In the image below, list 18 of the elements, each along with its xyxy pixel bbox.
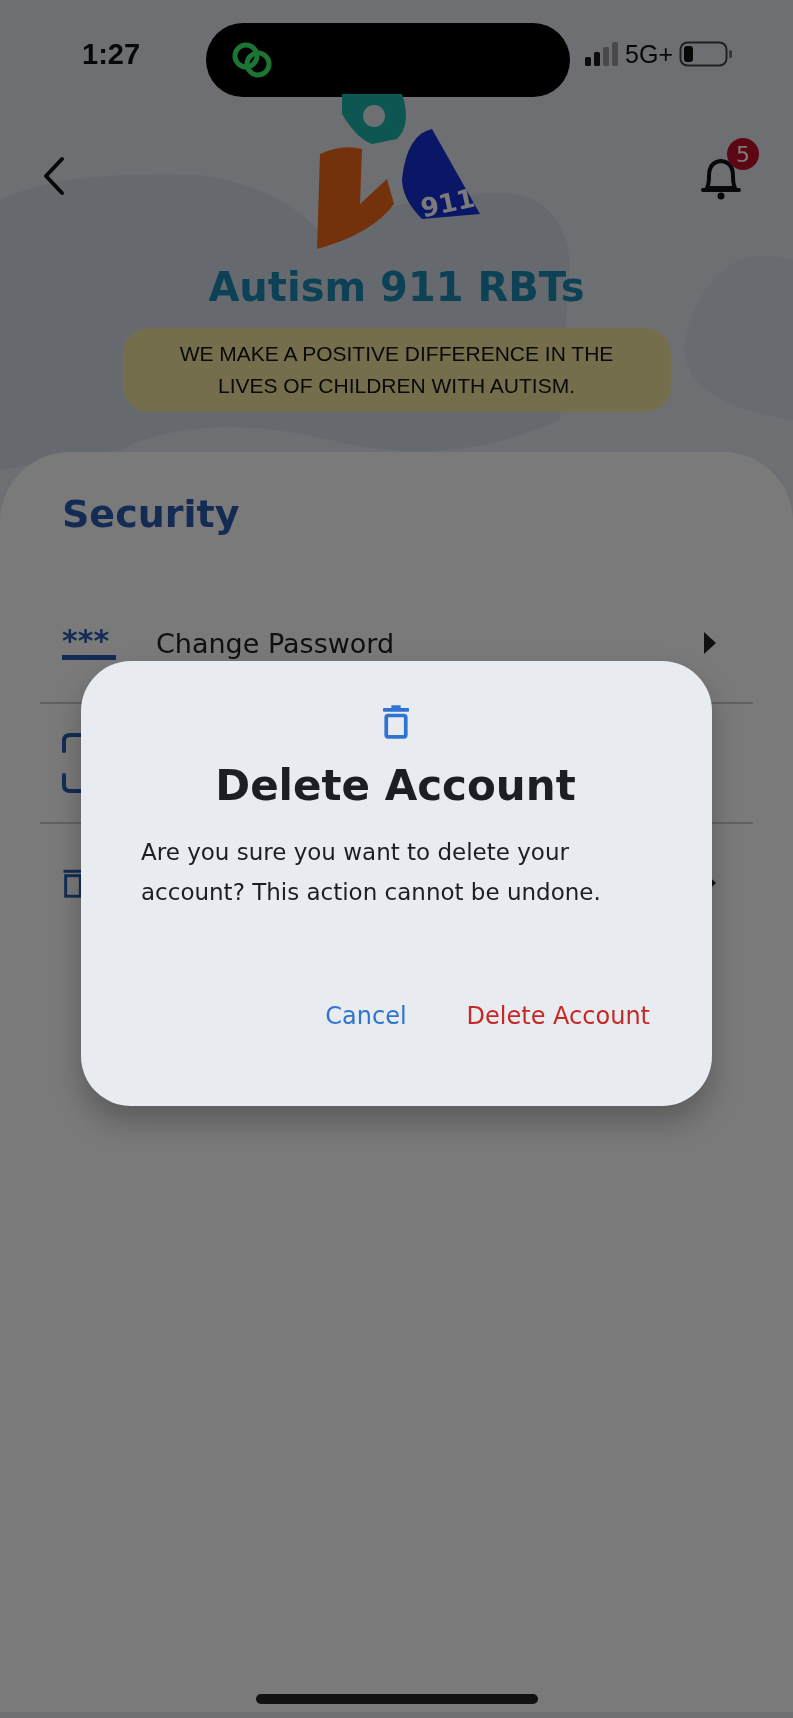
network-label: 5G+ [625, 39, 673, 69]
status-time: 1:27 [82, 37, 142, 71]
notification-count: 5 [727, 138, 759, 170]
setting-label[interactable]: Change Password [156, 627, 395, 659]
delete-button[interactable]: Delete Account [466, 998, 650, 1034]
dialog-message: Are you sure you want to delete your account? This action cannot be undone. [141, 838, 602, 907]
dialog-title: Delete Account [215, 761, 576, 810]
tagline: WE MAKE A POSITIVE DIFFERENCE IN THE LIVES OF CHILDREN WITH AUTISM. [122, 328, 671, 412]
back-icon[interactable] [42, 156, 66, 196]
cancel-button[interactable]: Cancel [325, 998, 407, 1034]
battery-icon [679, 41, 733, 67]
logo: 911 [311, 94, 492, 254]
trash-icon [382, 705, 409, 739]
section-title: Security [61, 492, 241, 536]
signal-icon [585, 42, 620, 66]
face-scan-icon [62, 733, 81, 793]
chevron-icon[interactable] [703, 631, 717, 655]
app-name: Autism 911 RBTs [207, 264, 586, 310]
